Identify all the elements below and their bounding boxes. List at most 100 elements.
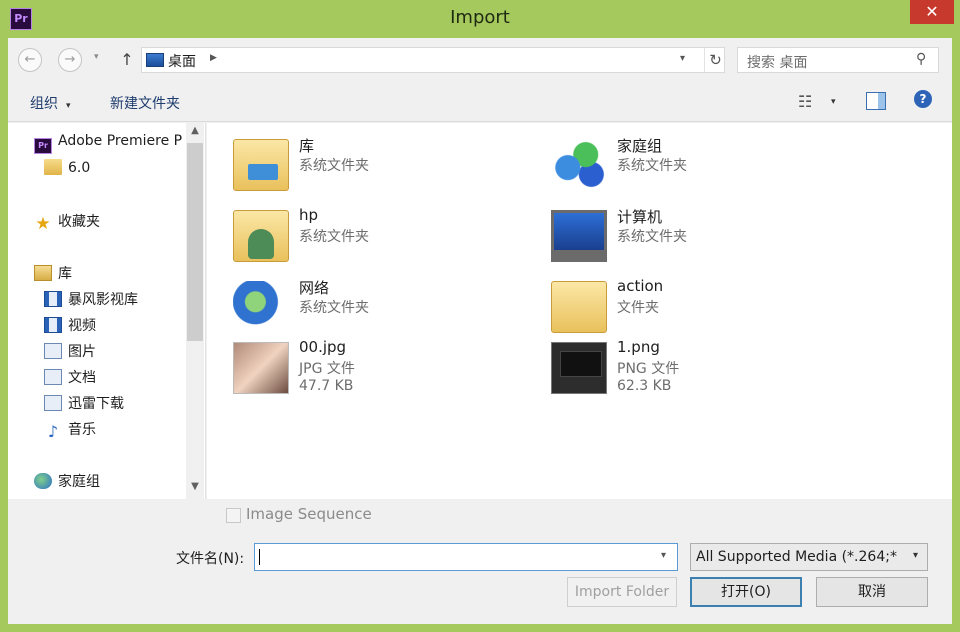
breadcrumb-arrow-icon[interactable]: ▶ [210,53,217,63]
homegroup-icon [34,473,52,489]
title-bar[interactable]: Pr Import ✕ [0,0,960,38]
user-folder-icon [233,210,289,262]
star-icon: ★ [35,214,51,234]
file-list: 库 系统文件夹 家庭组 系统文件夹 hp 系统文件夹 计算机 系统文件夹 网络 [207,123,952,499]
import-folder-button[interactable]: Import Folder [567,577,677,607]
file-type: 系统文件夹 [299,229,369,245]
sidebar-item-premiere[interactable]: Pr Adobe Premiere P [34,133,182,155]
organize-menu[interactable]: 组织 ▾ [30,93,71,113]
chevron-down-icon: ▾ [66,101,71,111]
command-bar: 组织 ▾ 新建文件夹 ☷ ▾ ? [8,82,952,122]
chevron-down-icon[interactable]: ▾ [913,550,918,561]
window-title: Import [450,7,510,28]
file-type: PNG 文件 [617,361,680,377]
file-item-network[interactable]: 网络 系统文件夹 [233,277,533,337]
documents-icon [44,369,62,385]
new-folder-button[interactable]: 新建文件夹 [110,93,180,113]
sidebar-item-homegroup[interactable]: 家庭组 [34,471,100,493]
file-item-computer[interactable]: 计算机 系统文件夹 [551,206,851,266]
file-type: 系统文件夹 [617,158,687,174]
file-name: 库 [299,137,315,155]
file-type: 系统文件夹 [617,229,687,245]
address-location[interactable]: 桌面 [168,51,196,71]
file-type-filter-value: All Supported Media (*.264;* [696,549,897,565]
filename-input[interactable]: ▾ [254,543,678,571]
library-icon [233,139,289,191]
sidebar-item-favorites[interactable]: ★ 收藏夹 [34,211,100,233]
file-type: 文件夹 [617,300,659,316]
preview-pane-icon[interactable] [866,92,886,110]
forward-button[interactable]: → [58,48,82,72]
dialog-footer: Image Sequence 文件名(N): ▾ All Supported M… [8,499,952,624]
scroll-up-icon[interactable]: ▲ [186,125,204,136]
open-button[interactable]: 打开(O) [690,577,802,607]
scroll-down-icon[interactable]: ▼ [186,481,204,492]
refresh-button[interactable]: ↻ [704,48,726,72]
file-type: 系统文件夹 [299,300,369,316]
address-dropdown[interactable]: ▾ [680,53,685,64]
file-type-filter[interactable]: All Supported Media (*.264;* ▾ [690,543,928,571]
change-view-icon[interactable]: ☷ [798,92,812,111]
file-item-libraries[interactable]: 库 系统文件夹 [233,135,533,195]
search-input[interactable]: 搜索 桌面 [747,52,807,72]
text-caret [259,549,260,565]
file-name: 家庭组 [617,137,663,155]
scroll-thumb[interactable] [187,143,203,341]
file-name: action [617,277,664,295]
import-dialog: Pr Import ✕ ← → ▾ ↑ 桌面 ▶ ▾ ↻ 搜索 桌面 ⚲ 组织 ▾… [0,0,960,632]
sidebar-scrollbar[interactable]: ▲ ▼ [186,123,204,499]
sidebar-item-xunlei[interactable]: 迅雷下载 [44,393,124,415]
png-thumbnail [551,342,607,394]
folder-icon [44,159,62,175]
file-size: 62.3 KB [617,378,672,394]
sidebar-item-6-0[interactable]: 6.0 [44,159,90,181]
download-icon [44,395,62,411]
file-name: 1.png [617,338,660,356]
sidebar-item-baofeng[interactable]: 暴风影视库 [44,289,138,311]
file-item-action[interactable]: action 文件夹 [551,277,851,337]
recent-locations-dropdown[interactable]: ▾ [94,52,99,62]
sidebar-item-documents[interactable]: 文档 [44,367,96,389]
file-name: 网络 [299,279,330,297]
file-item-homegroup[interactable]: 家庭组 系统文件夹 [551,135,851,195]
file-name: 00.jpg [299,338,347,356]
file-name: hp [299,206,319,224]
file-item-hp[interactable]: hp 系统文件夹 [233,206,533,266]
search-icon[interactable]: ⚲ [916,51,926,67]
sidebar-item-libraries[interactable]: 库 [34,263,72,285]
cancel-button[interactable]: 取消 [816,577,928,607]
premiere-icon: Pr [34,138,52,154]
sidebar-item-videos[interactable]: 视频 [44,315,96,337]
folder-icon [551,281,607,333]
image-sequence-label: Image Sequence [246,505,372,523]
file-item-1-png[interactable]: 1.png PNG 文件 62.3 KB [551,338,851,398]
navigation-pane: Pr Adobe Premiere P 6.0 ★ 收藏夹 库 暴风影视库 视频 图… [8,123,206,499]
image-sequence-checkbox[interactable] [226,508,241,523]
homegroup-icon [551,139,607,191]
jpg-thumbnail [233,342,289,394]
dialog-body: ← → ▾ ↑ 桌面 ▶ ▾ ↻ 搜索 桌面 ⚲ 组织 ▾ 新建文件夹 ☷ ▾ ?… [8,38,952,624]
organize-label: 组织 [30,96,58,112]
file-type: JPG 文件 [299,361,355,377]
computer-icon [551,210,607,262]
filename-dropdown[interactable]: ▾ [661,550,666,561]
file-item-00-jpg[interactable]: 00.jpg JPG 文件 47.7 KB [233,338,533,398]
sidebar-item-music[interactable]: ♪ 音乐 [44,419,96,441]
filename-label: 文件名(N): [176,551,245,567]
help-icon[interactable]: ? [914,90,932,108]
back-button[interactable]: ← [18,48,42,72]
search-box[interactable]: 搜索 桌面 ⚲ [737,47,939,73]
library-icon [34,265,52,281]
network-icon [233,281,289,333]
close-button[interactable]: ✕ [910,0,954,24]
address-bar[interactable]: 桌面 ▶ ▾ ↻ [141,47,725,73]
view-options-dropdown[interactable]: ▾ [831,97,836,107]
file-name: 计算机 [617,208,663,226]
video-library-icon [44,291,62,307]
up-button[interactable]: ↑ [116,48,138,72]
pictures-icon [44,343,62,359]
video-icon [44,317,62,333]
file-size: 47.7 KB [299,378,354,394]
music-icon: ♪ [47,422,59,441]
sidebar-item-pictures[interactable]: 图片 [44,341,96,363]
